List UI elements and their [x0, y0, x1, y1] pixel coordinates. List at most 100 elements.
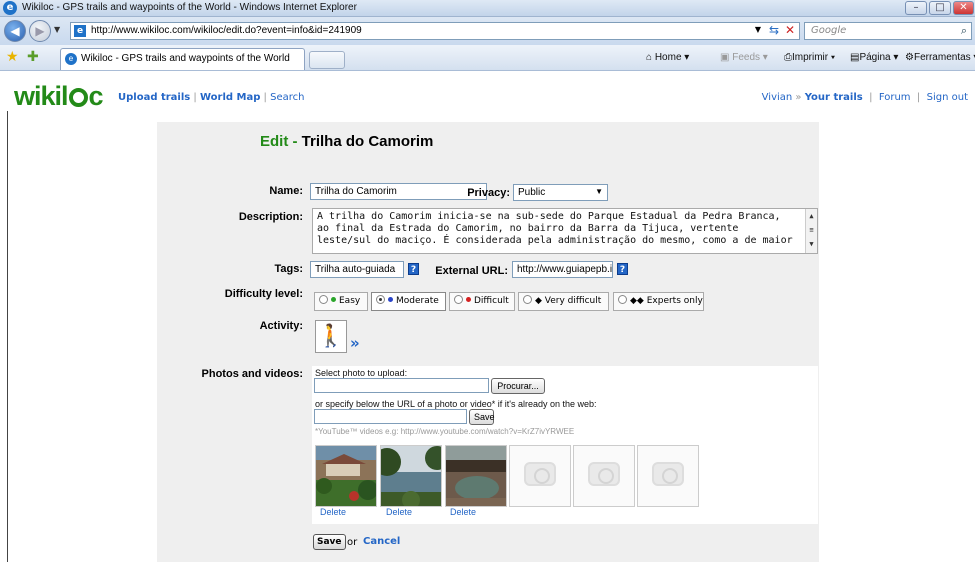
privacy-select[interactable]: Public ▼ [513, 184, 608, 201]
feeds-icon: ▣ [720, 52, 730, 63]
favorites-star-icon[interactable]: ★ [6, 49, 19, 65]
tags-label: Tags: [274, 263, 303, 275]
empty-photo-slot[interactable] [573, 445, 635, 507]
photo-url-input[interactable] [314, 409, 467, 424]
photo-thumbnail[interactable] [315, 445, 377, 507]
home-icon: ⌂ [646, 52, 653, 63]
search-icon[interactable]: ⌕ [961, 24, 967, 38]
difficulty-experts-only[interactable]: ◆◆ Experts only [613, 292, 704, 311]
tools-menu-button[interactable]: ⚙Ferramentas ▾ [905, 52, 975, 63]
empty-photo-slot[interactable] [637, 445, 699, 507]
stop-icon[interactable]: ✕ [785, 23, 795, 37]
difficulty-easy[interactable]: Easy [314, 292, 368, 311]
camera-icon [524, 462, 556, 486]
address-field[interactable]: e http://www.wikiloc.com/wikiloc/edit.do… [70, 22, 800, 40]
printer-icon: ⎙ [784, 52, 792, 63]
cancel-link[interactable]: Cancel [363, 536, 400, 547]
url-text[interactable]: http://www.wikiloc.com/wikiloc/edit.do?e… [91, 25, 362, 36]
address-dropdown-icon[interactable]: ▼ [755, 25, 761, 34]
nav-world-map[interactable]: World Map [200, 92, 260, 103]
nav-search[interactable]: Search [270, 92, 304, 103]
maximize-button[interactable]: □ [929, 1, 951, 15]
description-label: Description: [238, 211, 303, 223]
description-line: ao final da Estrada do Camorim, no bairr… [317, 223, 739, 234]
description-line: leste/sul do maciço. É considerada pela … [317, 235, 793, 246]
site-header: wikil c Upload trails | World Map | Searc… [0, 71, 975, 111]
new-tab-button[interactable] [309, 51, 345, 69]
difficult-label: Difficult [474, 296, 509, 306]
back-button[interactable]: ◀ [4, 20, 26, 42]
forum-link[interactable]: Forum [879, 92, 911, 103]
photo-thumbnail[interactable] [380, 445, 442, 507]
add-favorites-icon[interactable]: ✚ [27, 49, 39, 65]
difficulty-very-difficult[interactable]: ◆ Very difficult [518, 292, 609, 311]
home-button[interactable]: ⌂ Home ▾ [646, 52, 689, 63]
print-label: Imprimir [792, 52, 829, 63]
description-textarea[interactable]: A trilha do Camorim inicia-se na sub-sed… [312, 208, 818, 254]
or-text: or [347, 537, 358, 548]
browse-button[interactable]: Procurar... [491, 378, 545, 394]
user-nav: Vivian » Your trails | Forum | Sign out [761, 92, 968, 103]
save-button[interactable]: Save [313, 534, 346, 550]
external-url-help-icon[interactable]: ? [617, 263, 628, 275]
select-photo-text: Select photo to upload: [315, 368, 408, 378]
privacy-value: Public [518, 187, 546, 198]
difficulty-moderate[interactable]: Moderate [371, 292, 446, 311]
description-scrollbar[interactable]: ▲ ≡ ▼ [805, 209, 817, 253]
search-input[interactable]: Google ⌕ [804, 22, 972, 40]
feeds-button[interactable]: ▣ Feeds ▾ [720, 52, 768, 63]
tools-label: Ferramentas [913, 52, 971, 63]
window-titlebar: e Wikiloc - GPS trails and waypoints of … [0, 0, 975, 17]
difficult-dot-icon [466, 297, 471, 302]
camera-icon [652, 462, 684, 486]
refresh-icon[interactable]: ⇆ [769, 23, 779, 37]
url-save-button[interactable]: Save [469, 409, 495, 425]
delete-photo-link[interactable]: Delete [450, 507, 476, 517]
radio-experts-only[interactable] [618, 295, 627, 304]
nav-upload-trails[interactable]: Upload trails [118, 92, 190, 103]
radio-very-difficult[interactable] [523, 295, 532, 304]
difficulty-difficult[interactable]: Difficult [449, 292, 515, 311]
radio-moderate[interactable] [376, 295, 385, 304]
moderate-dot-icon [388, 297, 393, 302]
close-window-button[interactable]: ✕ [953, 1, 974, 15]
gear-icon: ⚙ [905, 52, 914, 63]
photo-file-input[interactable] [314, 378, 489, 393]
chevron-down-icon: ▼ [595, 187, 603, 196]
name-label: Name: [269, 185, 303, 197]
minimize-button[interactable]: – [905, 1, 927, 15]
hiking-icon[interactable]: 🚶 [315, 320, 347, 353]
page-favicon-icon: e [74, 25, 86, 37]
external-url-input[interactable]: http://www.guiapepb.ir [512, 261, 613, 278]
recent-pages-dropdown-icon[interactable]: ▼ [54, 25, 60, 34]
home-label: Home [654, 52, 682, 63]
heading-prefix: Edit - [260, 133, 298, 150]
easy-label: Easy [339, 296, 361, 306]
more-activities-icon[interactable]: » [350, 334, 360, 352]
delete-photo-link[interactable]: Delete [386, 507, 412, 517]
radio-difficult[interactable] [454, 295, 463, 304]
tab-favicon-icon: e [65, 53, 77, 65]
wikiloc-logo[interactable]: wikil c [14, 83, 104, 110]
description-line: A trilha do Camorim inicia-se na sub-sed… [317, 211, 781, 222]
empty-photo-slot[interactable] [509, 445, 571, 507]
user-name-link[interactable]: Vivian [762, 92, 793, 103]
tab-label: Wikiloc - GPS trails and waypoints of th… [81, 53, 290, 64]
heading-trail-name: Trilha do Camorim [301, 133, 434, 150]
left-divider [7, 111, 8, 562]
page-label: Página [859, 52, 891, 63]
sign-out-link[interactable]: Sign out [927, 92, 968, 103]
tab-wikiloc[interactable]: e Wikiloc - GPS trails and waypoints of … [60, 48, 305, 70]
your-trails-link[interactable]: Your trails [805, 92, 863, 103]
privacy-label: Privacy: [467, 187, 510, 199]
photo-thumbnail[interactable] [445, 445, 507, 507]
forward-button[interactable]: ▶ [29, 20, 51, 42]
delete-photo-link[interactable]: Delete [320, 507, 346, 517]
ie-logo-icon: e [3, 1, 17, 15]
activity-label: Activity: [259, 320, 303, 332]
very-difficult-label: Very difficult [544, 296, 602, 306]
page-menu-button[interactable]: ▤Página ▾ [850, 52, 898, 63]
radio-easy[interactable] [319, 295, 328, 304]
navigation-bar: ◀ ▶ ▼ e http://www.wikiloc.com/wikiloc/e… [0, 17, 975, 45]
print-button[interactable]: ⎙Imprimir ▾ [784, 52, 835, 63]
